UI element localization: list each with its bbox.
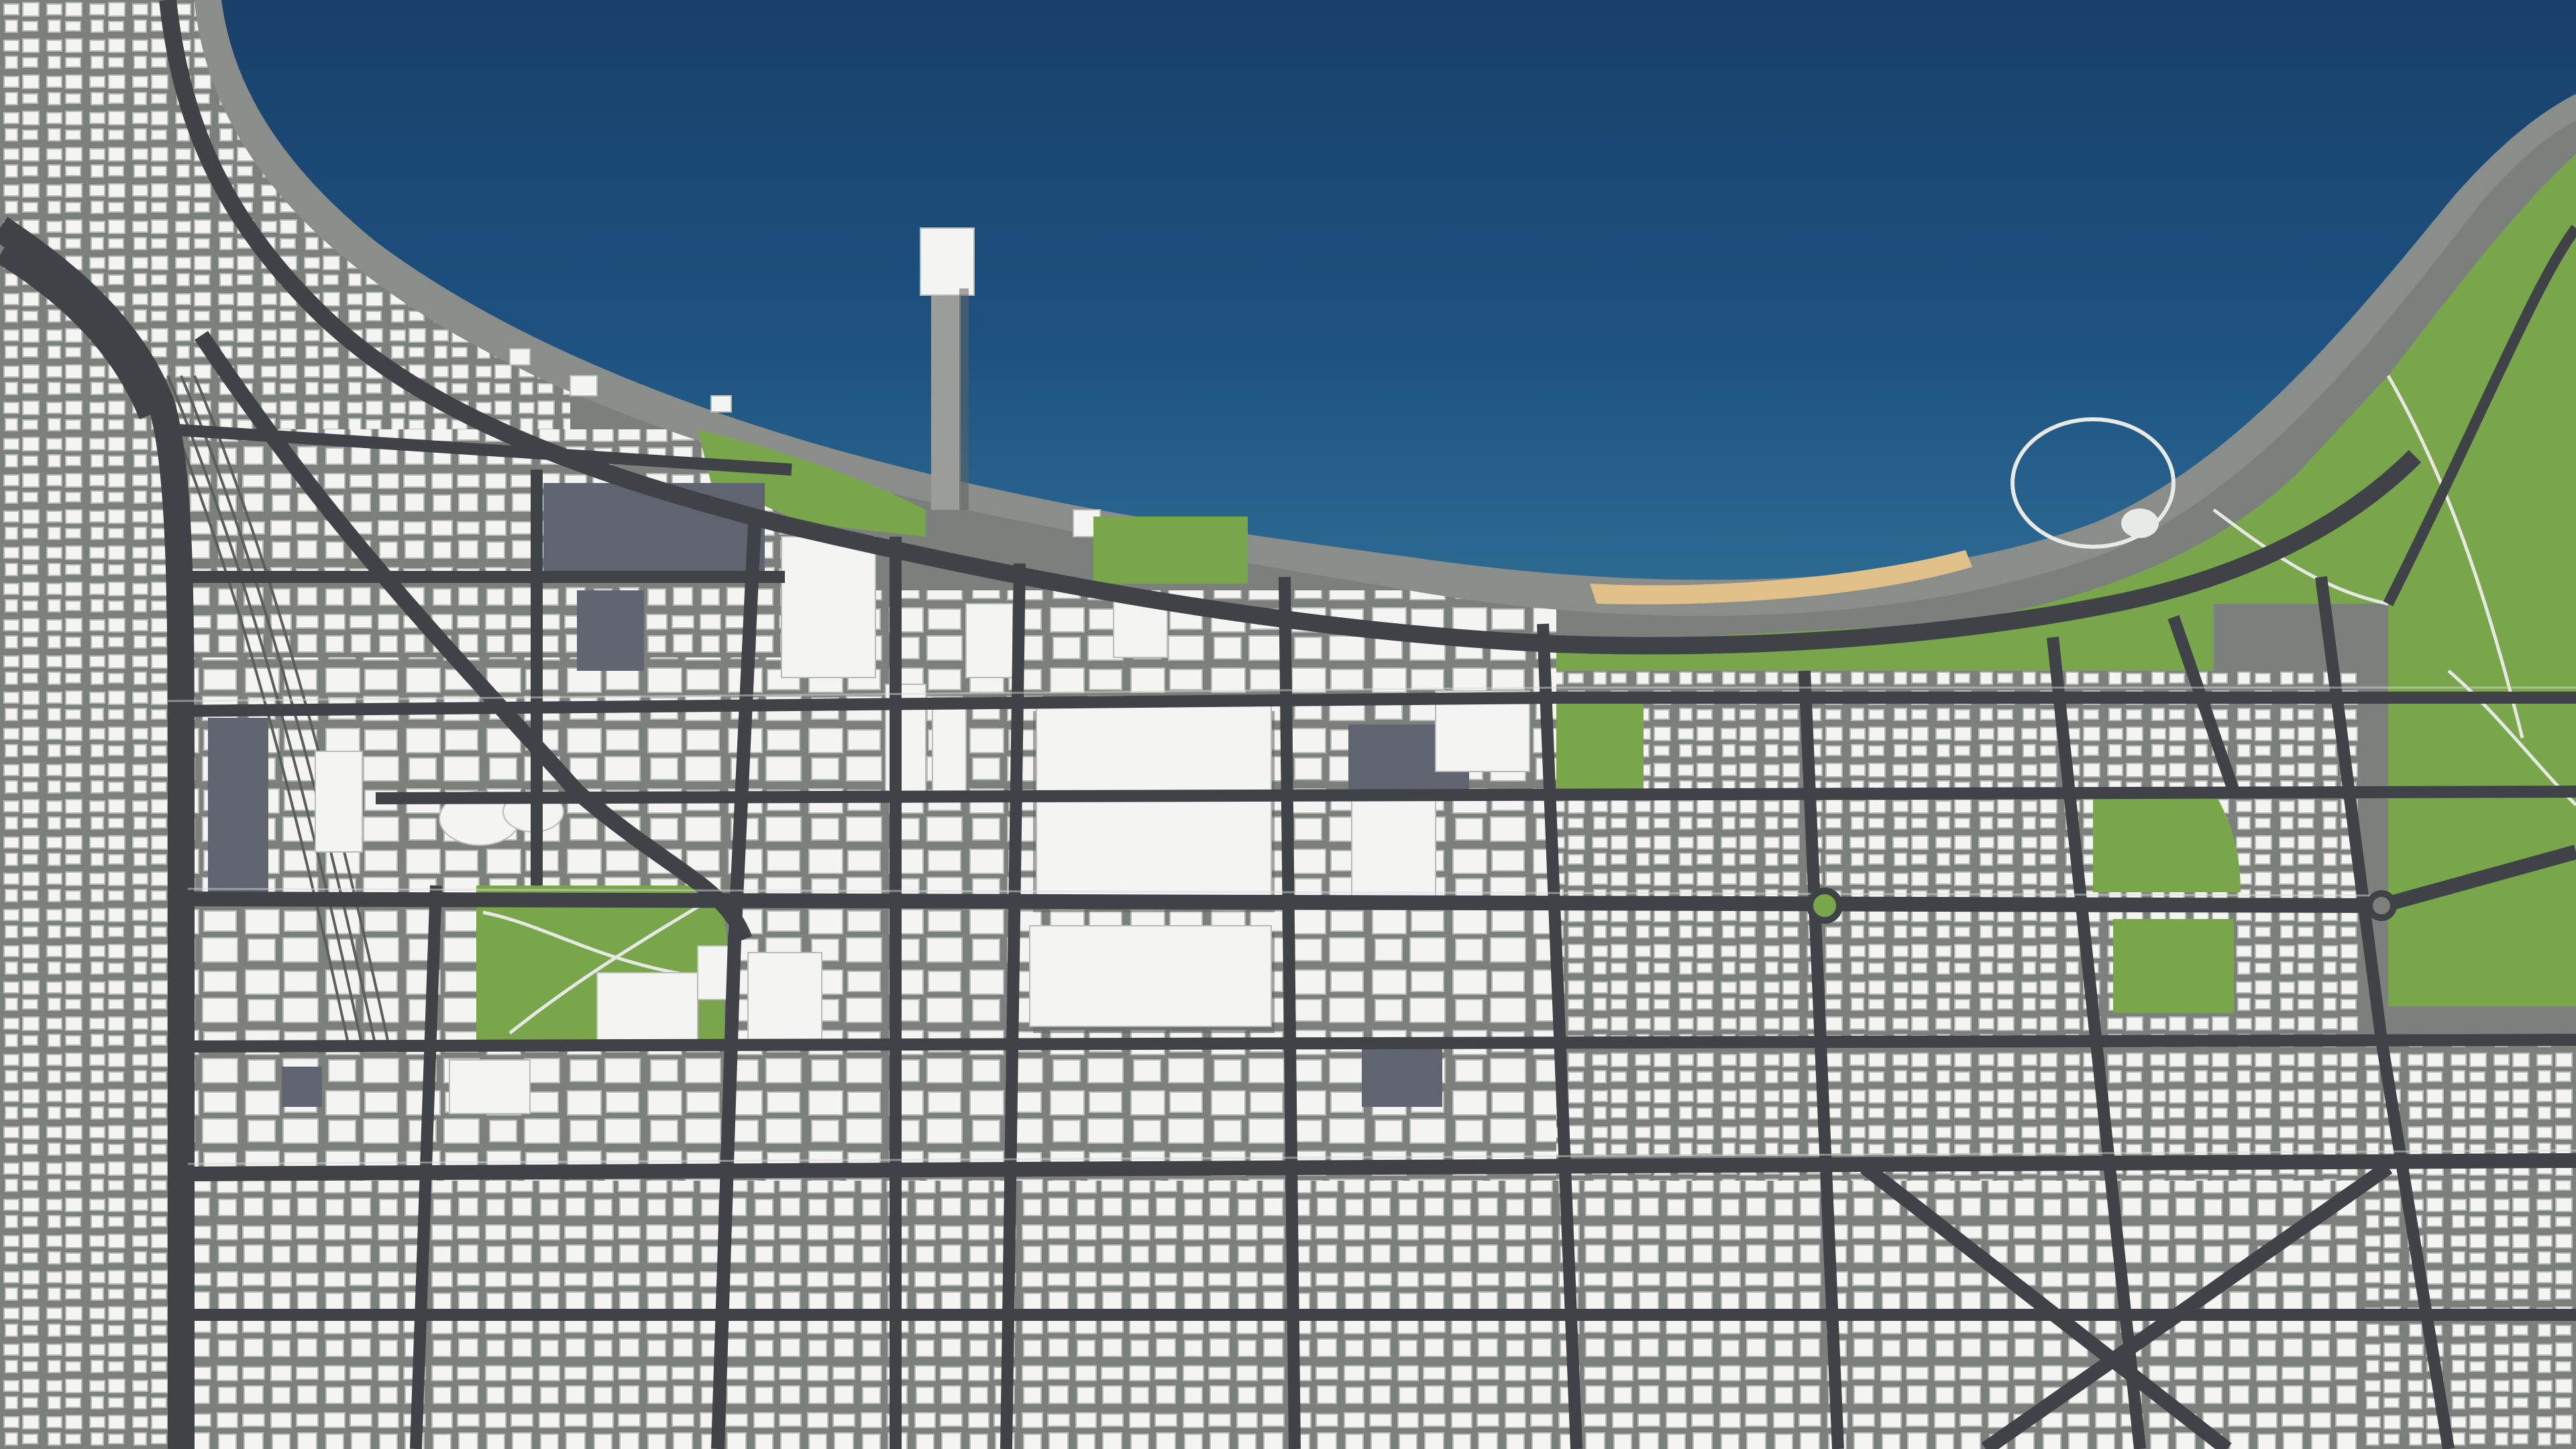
city-map	[0, 0, 2576, 1449]
east-park-south	[2113, 919, 2234, 1013]
roundabout	[1807, 888, 1843, 924]
park-block-north	[1556, 698, 1644, 792]
east-park-north	[2093, 792, 2241, 892]
residential-district-west	[0, 0, 168, 1449]
roundabout-east	[2366, 890, 2397, 921]
pier-park	[1093, 517, 1248, 584]
